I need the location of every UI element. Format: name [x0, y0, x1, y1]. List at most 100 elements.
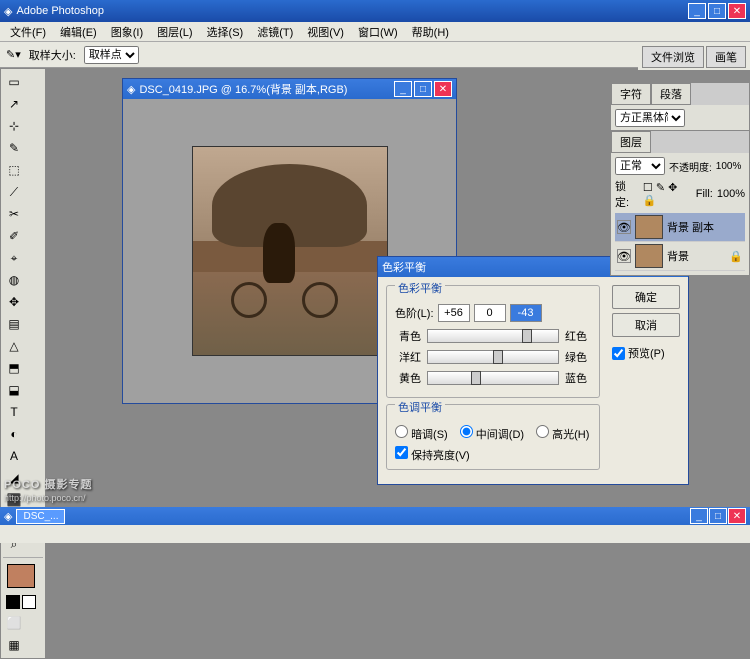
swap-colors[interactable]	[22, 595, 36, 609]
tool-wand[interactable]: ✎	[4, 138, 24, 158]
group-title-color: 色彩平衡	[395, 280, 445, 296]
tab-character[interactable]: 字符	[611, 83, 651, 105]
slider-cyan-red[interactable]	[427, 329, 559, 343]
lock-icons[interactable]: ☐ ✎ ✥ 🔒	[643, 181, 692, 207]
tool-type[interactable]: T	[4, 402, 24, 422]
tool-eraser[interactable]: ✥	[4, 292, 24, 312]
minimize-button[interactable]: _	[688, 3, 706, 19]
checkbox-preview[interactable]: 预览(P)	[612, 345, 680, 361]
close-button[interactable]: ✕	[728, 3, 746, 19]
taskbar-icon: ◈	[4, 510, 12, 523]
ok-button[interactable]: 确定	[612, 285, 680, 309]
menu-view[interactable]: 视图(V)	[301, 22, 350, 42]
document-titlebar[interactable]: ◈ DSC_0419.JPG @ 16.7%(背景 副本,RGB) _ □ ✕	[123, 79, 456, 99]
visibility-icon[interactable]: 👁	[617, 220, 631, 234]
level-cyan-red[interactable]	[438, 304, 470, 322]
statusbar: ◈ DSC_... _ □ ✕ 16.67% 文档:9.5M/19M ▶ 点按图…	[0, 507, 750, 543]
tool-history[interactable]: ◍	[4, 270, 24, 290]
menu-image[interactable]: 图象(I)	[105, 22, 149, 42]
tool-path[interactable]: ⬓	[4, 380, 24, 400]
color-balance-dialog: 色彩平衡 ✕ 色彩平衡 色阶(L): 青色 红色 洋红	[377, 256, 689, 485]
menu-layer[interactable]: 图层(L)	[151, 22, 198, 42]
tool-pen[interactable]: ◐	[4, 424, 24, 444]
document-title: DSC_0419.JPG @ 16.7%(背景 副本,RGB)	[139, 81, 347, 97]
tool-brush[interactable]: ✐	[4, 226, 24, 246]
menu-help[interactable]: 帮助(H)	[406, 22, 455, 42]
radio-midtones[interactable]: 中间调(D)	[460, 425, 524, 442]
taskbar-close[interactable]: ✕	[728, 508, 746, 524]
taskbar-document[interactable]: DSC_...	[16, 509, 65, 524]
tab-layers[interactable]: 图层	[611, 131, 651, 153]
layer-row[interactable]: 👁 背景 🔒	[615, 242, 745, 271]
slider-left-magenta: 洋红	[395, 349, 421, 365]
tool-dodge[interactable]: ⬒	[4, 358, 24, 378]
tool-heal[interactable]: ✂	[4, 204, 24, 224]
slider-magenta-green[interactable]	[427, 350, 559, 364]
tool-move[interactable]: ↗	[4, 94, 24, 114]
menu-filter[interactable]: 滤镜(T)	[251, 22, 299, 42]
character-panel: 字符 段落 方正黑体简体	[610, 82, 750, 132]
menu-select[interactable]: 选择(S)	[201, 22, 250, 42]
watermark: POCO 摄影专题 http://photo.poco.cn/	[4, 472, 92, 503]
level-magenta-green[interactable]	[474, 304, 506, 322]
radio-highlights[interactable]: 高光(H)	[536, 425, 589, 442]
radio-shadows[interactable]: 暗调(S)	[395, 425, 448, 442]
tool-quickmask[interactable]: ⬜	[4, 613, 24, 633]
layer-row[interactable]: 👁 背景 副本	[615, 213, 745, 242]
dialog-title: 色彩平衡	[382, 259, 426, 275]
taskbar-minimize[interactable]: _	[690, 508, 708, 524]
slider-left-yellow: 黄色	[395, 370, 421, 386]
checkbox-preserve-luminosity[interactable]: 保持亮度(V)	[395, 446, 470, 463]
tool-stamp[interactable]: ⌖	[4, 248, 24, 268]
tool-slice[interactable]: ⟋	[4, 182, 24, 202]
tone-balance-group: 色调平衡 暗调(S) 中间调(D) 高光(H) 保持亮度(V)	[386, 404, 600, 470]
default-colors[interactable]	[6, 595, 20, 609]
eyedropper-icon: ✎▾	[6, 48, 21, 61]
cancel-button[interactable]: 取消	[612, 313, 680, 337]
tool-screenmode[interactable]: ▦	[4, 635, 24, 655]
app-icon: ◈	[4, 5, 12, 18]
menu-file[interactable]: 文件(F)	[4, 22, 52, 42]
slider-yellow-blue[interactable]	[427, 371, 559, 385]
slider-right-blue: 蓝色	[565, 370, 591, 386]
foreground-color[interactable]	[7, 564, 35, 588]
tool-blur[interactable]: △	[4, 336, 24, 356]
tab-paragraph[interactable]: 段落	[651, 83, 691, 105]
layer-name[interactable]: 背景	[667, 248, 689, 264]
level-yellow-blue[interactable]	[510, 304, 542, 322]
fill-label: Fill:	[696, 188, 713, 200]
taskbar-maximize[interactable]: □	[709, 508, 727, 524]
toolbox: ▭ ↗ ⊹ ✎ ⬚ ⟋ ✂ ✐ ⌖ ◍ ✥ ▤ △ ⬒ ⬓ T ◐ A ◢ ⬛ …	[0, 68, 46, 659]
fill-value[interactable]: 100%	[717, 188, 745, 200]
tab-brushes[interactable]: 画笔	[706, 46, 746, 68]
tool-marquee[interactable]: ▭	[4, 72, 24, 92]
slider-right-green: 绿色	[565, 349, 591, 365]
font-select[interactable]: 方正黑体简体	[615, 109, 685, 127]
blend-mode-select[interactable]: 正常	[615, 157, 665, 175]
app-title: Adobe Photoshop	[16, 5, 103, 17]
slider-left-cyan: 青色	[395, 328, 421, 344]
tool-shape[interactable]: A	[4, 446, 24, 466]
doc-close-button[interactable]: ✕	[434, 81, 452, 97]
maximize-button[interactable]: □	[708, 3, 726, 19]
tool-gradient[interactable]: ▤	[4, 314, 24, 334]
opacity-label: 不透明度:	[669, 159, 712, 174]
tab-file-browser[interactable]: 文件浏览	[642, 46, 704, 68]
document-icon: ◈	[127, 83, 135, 96]
tool-crop[interactable]: ⬚	[4, 160, 24, 180]
opacity-value[interactable]: 100%	[716, 161, 742, 172]
menu-window[interactable]: 窗口(W)	[352, 22, 404, 42]
menubar: 文件(F) 编辑(E) 图象(I) 图层(L) 选择(S) 滤镜(T) 视图(V…	[0, 22, 750, 42]
app-titlebar: ◈ Adobe Photoshop _ □ ✕	[0, 0, 750, 22]
menu-edit[interactable]: 编辑(E)	[54, 22, 103, 42]
visibility-icon[interactable]: 👁	[617, 249, 631, 263]
tool-lasso[interactable]: ⊹	[4, 116, 24, 136]
lock-label: 锁定:	[615, 178, 639, 210]
sample-size-select[interactable]: 取样点	[84, 46, 139, 64]
document-taskbar: ◈ DSC_... _ □ ✕	[0, 507, 750, 525]
doc-maximize-button[interactable]: □	[414, 81, 432, 97]
doc-minimize-button[interactable]: _	[394, 81, 412, 97]
layer-name[interactable]: 背景 副本	[667, 219, 714, 235]
slider-right-red: 红色	[565, 328, 591, 344]
right-tabs: 文件浏览 画笔	[638, 44, 750, 70]
